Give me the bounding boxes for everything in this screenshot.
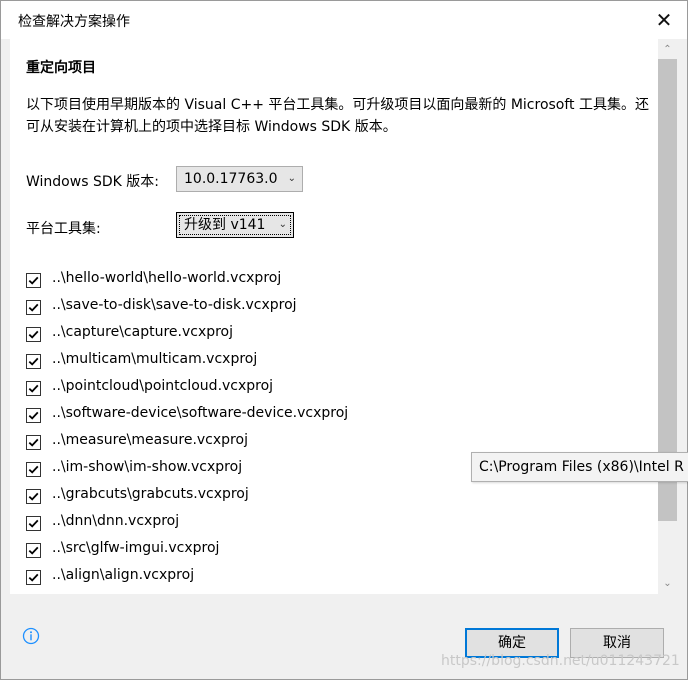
project-item[interactable]: ..\dnn\dnn.vcxproj	[26, 513, 646, 540]
checkmark-icon	[28, 357, 39, 366]
project-label: ..\save-to-disk\save-to-disk.vcxproj	[52, 297, 297, 313]
checkmark-icon	[28, 330, 39, 339]
checkmark-icon	[28, 384, 39, 393]
project-checkbox[interactable]	[26, 489, 41, 504]
checkmark-icon	[28, 276, 39, 285]
section-description: 以下项目使用早期版本的 Visual C++ 平台工具集。可升级项目以面向最新的…	[26, 97, 649, 135]
project-item[interactable]: ..\hello-world\hello-world.vcxproj	[26, 270, 646, 297]
checkmark-icon	[28, 519, 39, 528]
project-checkbox[interactable]	[26, 381, 41, 396]
project-checkbox[interactable]	[26, 354, 41, 369]
project-label: ..\align\align.vcxproj	[52, 567, 195, 583]
checkmark-icon	[28, 411, 39, 420]
scroll-up-icon[interactable]: ⌃	[658, 41, 677, 59]
toolset-value: 升级到 v141	[184, 217, 266, 233]
project-list: ..\hello-world\hello-world.vcxproj ..\sav…	[26, 270, 646, 594]
project-checkbox[interactable]	[26, 462, 41, 477]
watermark-text: https://blog.csdn.net/u011243721	[441, 653, 680, 669]
project-label: ..\multicam\multicam.vcxproj	[52, 351, 258, 367]
project-item[interactable]: ..\pointcloud\pointcloud.vcxproj	[26, 378, 646, 405]
sdk-version-dropdown[interactable]: 10.0.17763.0 ⌄	[176, 166, 303, 192]
project-item[interactable]: ..\src\glfw-imgui.vcxproj	[26, 540, 646, 567]
vertical-scrollbar[interactable]: ⌃ ⌄	[658, 39, 677, 594]
project-checkbox[interactable]	[26, 300, 41, 315]
info-icon[interactable]	[22, 627, 40, 645]
project-label: ..\capture\capture.vcxproj	[52, 324, 234, 340]
project-label: ..\im-show\im-show.vcxproj	[52, 459, 243, 475]
checkmark-icon	[28, 573, 39, 582]
content-panel: 重定向项目 以下项目使用早期版本的 Visual C++ 平台工具集。可升级项目…	[10, 39, 658, 594]
project-item[interactable]: ..\multicam\multicam.vcxproj	[26, 351, 646, 378]
section-heading: 重定向项目	[26, 60, 96, 76]
checkmark-icon	[28, 438, 39, 447]
project-checkbox[interactable]	[26, 435, 41, 450]
project-checkbox[interactable]	[26, 273, 41, 288]
close-icon[interactable]: ✕	[651, 7, 677, 33]
project-label: ..\pointcloud\pointcloud.vcxproj	[52, 378, 274, 394]
project-item[interactable]: ..\grabcuts\grabcuts.vcxproj	[26, 486, 646, 513]
project-checkbox[interactable]	[26, 327, 41, 342]
toolset-dropdown[interactable]: 升级到 v141 ⌄	[176, 212, 294, 238]
sdk-version-value: 10.0.17763.0	[184, 171, 278, 187]
checkmark-icon	[28, 303, 39, 312]
project-checkbox[interactable]	[26, 516, 41, 531]
chevron-down-icon: ⌄	[287, 173, 296, 184]
project-item[interactable]: ..\capture\capture.vcxproj	[26, 324, 646, 351]
project-label: ..\grabcuts\grabcuts.vcxproj	[52, 486, 249, 502]
project-checkbox[interactable]	[26, 408, 41, 423]
project-item[interactable]: ..\save-to-disk\save-to-disk.vcxproj	[26, 297, 646, 324]
project-checkbox[interactable]	[26, 543, 41, 558]
title-bar: 检查解决方案操作 ✕	[1, 1, 687, 39]
toolset-label: 平台工具集:	[26, 221, 101, 237]
project-item[interactable]: ..\software-device\software-device.vcxpr…	[26, 405, 646, 432]
checkmark-icon	[28, 492, 39, 501]
project-label: ..\src\glfw-imgui.vcxproj	[52, 540, 220, 556]
sdk-version-label: Windows SDK 版本:	[26, 174, 159, 190]
project-item[interactable]: ..\align\align.vcxproj	[26, 567, 646, 594]
path-tooltip: C:\Program Files (x86)\Intel R	[471, 452, 688, 482]
scroll-down-icon[interactable]: ⌄	[658, 575, 677, 593]
project-label: ..\dnn\dnn.vcxproj	[52, 513, 180, 529]
checkmark-icon	[28, 546, 39, 555]
chevron-down-icon: ⌄	[278, 219, 287, 230]
project-label: ..\hello-world\hello-world.vcxproj	[52, 270, 282, 286]
solution-actions-dialog: 检查解决方案操作 ✕ 重定向项目 以下项目使用早期版本的 Visual C++ …	[0, 0, 688, 680]
project-label: ..\software-device\software-device.vcxpr…	[52, 405, 349, 421]
project-label: ..\measure\measure.vcxproj	[52, 432, 248, 448]
checkmark-icon	[28, 465, 39, 474]
window-title: 检查解决方案操作	[18, 14, 130, 30]
project-checkbox[interactable]	[26, 570, 41, 585]
